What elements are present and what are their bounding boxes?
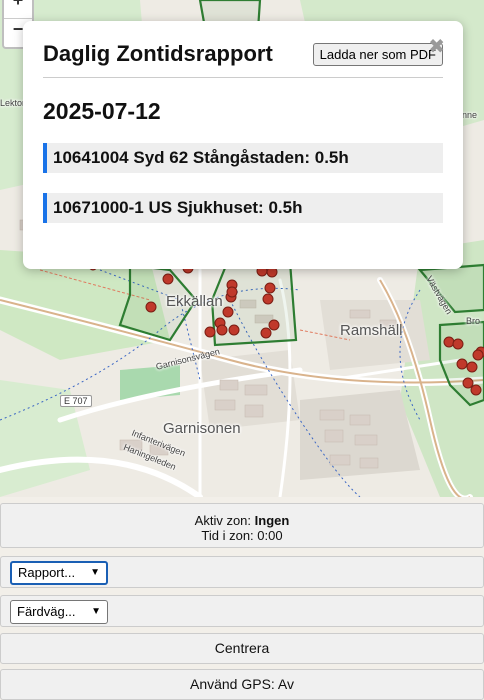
- zoom-in-button[interactable]: +: [4, 0, 32, 19]
- map-label-ekkallan: Ekkällan: [166, 293, 223, 310]
- modal-title: Daglig Zontidsrapport: [43, 41, 273, 66]
- zone-status-box: Aktiv zon: Ingen Tid i zon: 0:00: [0, 503, 484, 548]
- time-in-zone: Tid i zon: 0:00: [201, 528, 283, 543]
- map-label-garnisonen: Garnisonen: [163, 420, 241, 437]
- chevron-down-icon: ▼: [91, 606, 101, 617]
- map-label-bro: Bro: [466, 316, 481, 326]
- road-shield-e707: E 707: [60, 395, 92, 407]
- map-label-nne: nne: [462, 110, 478, 120]
- report-select[interactable]: Rapport... ▼: [10, 561, 108, 585]
- route-select-row: Färdväg... ▼: [0, 595, 484, 627]
- report-select-value: Rapport...: [18, 565, 76, 580]
- chevron-down-icon: ▼: [90, 567, 100, 578]
- center-button[interactable]: Centrera: [0, 633, 484, 664]
- report-entry: 10641004 Syd 62 Stångåstaden: 0.5h: [43, 143, 443, 173]
- close-icon[interactable]: ✖: [428, 37, 445, 57]
- modal-header: Daglig Zontidsrapport Ladda ner som PDF: [43, 41, 443, 78]
- zone-time-report-modal: ✖ Daglig Zontidsrapport Ladda ner som PD…: [23, 21, 463, 269]
- route-select[interactable]: Färdväg... ▼: [10, 600, 108, 624]
- active-zone-value: Ingen: [254, 513, 290, 528]
- gps-toggle-button[interactable]: Använd GPS: Av: [0, 669, 484, 700]
- report-select-row: Rapport... ▼: [0, 556, 484, 588]
- report-entry: 10671000-1 US Sjukhuset: 0.5h: [43, 193, 443, 223]
- report-date: 2025-07-12: [43, 98, 161, 124]
- active-zone-label: Aktiv zon:: [194, 513, 255, 528]
- map-label-ramshall: Ramshäll: [340, 322, 403, 339]
- download-pdf-button[interactable]: Ladda ner som PDF: [312, 42, 443, 66]
- active-zone-line: Aktiv zon: Ingen: [1, 513, 483, 528]
- route-select-value: Färdväg...: [17, 604, 76, 619]
